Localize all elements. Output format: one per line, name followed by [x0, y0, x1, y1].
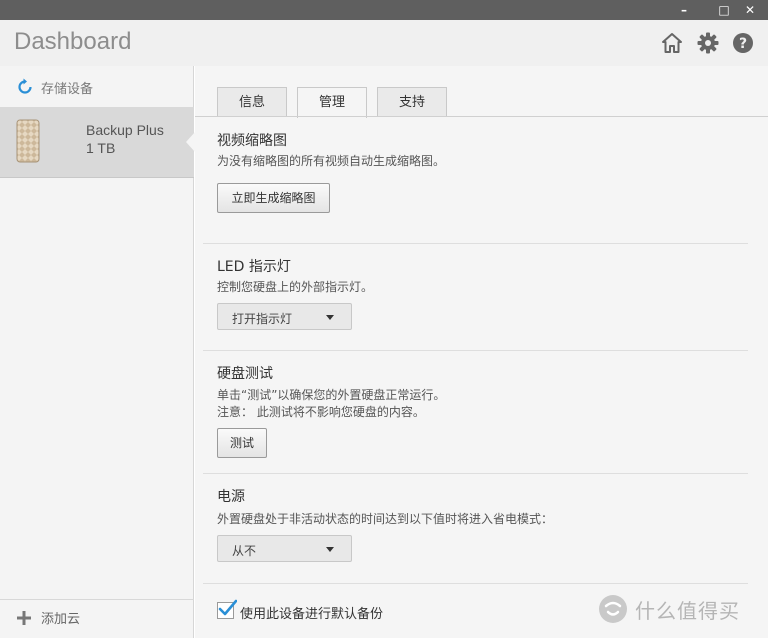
- default-backup-label[interactable]: 使用此设备进行默认备份: [240, 603, 383, 622]
- chevron-down-icon: [326, 547, 334, 552]
- sidebar-footer-divider: [0, 599, 194, 600]
- svg-text:?: ?: [739, 36, 747, 52]
- checkmark-icon: [218, 599, 237, 616]
- led-title: LED 指示灯: [217, 259, 291, 275]
- thumbnails-title: 视频缩略图: [217, 133, 287, 149]
- thumbnails-desc: 为没有缩略图的所有视频自动生成缩略图。: [217, 154, 446, 168]
- led-desc: 控制您硬盘上的外部指示灯。: [217, 280, 374, 294]
- plus-icon: [17, 610, 31, 625]
- minimize-button[interactable]: –: [672, 0, 696, 20]
- test-button[interactable]: 测试: [217, 428, 267, 458]
- add-cloud-button[interactable]: 添加云: [16, 608, 80, 627]
- storage-devices-label: 存储设备: [41, 81, 94, 97]
- section-divider: [203, 583, 748, 584]
- main-panel: 信息 管理 支持 视频缩略图 为没有缩略图的所有视频自动生成缩略图。 立即生成缩…: [195, 66, 768, 638]
- sidebar: 存储设备 Backup Plus 1 TB 添加云: [0, 66, 195, 638]
- tab-manage[interactable]: 管理: [297, 87, 367, 118]
- power-select-value: 从不: [232, 544, 257, 558]
- section-divider: [203, 243, 748, 244]
- help-icon[interactable]: ?: [732, 32, 754, 54]
- default-backup-checkbox[interactable]: [217, 599, 237, 619]
- device-name: Backup Plus: [86, 122, 164, 138]
- disk-test-desc: 单击“测试”以确保您的外置硬盘正常运行。: [217, 388, 446, 402]
- power-desc: 外置硬盘处于非活动状态的时间达到以下值时将进入省电模式：: [217, 512, 554, 526]
- watermark: 什么值得买: [597, 593, 740, 625]
- home-icon[interactable]: [661, 32, 683, 54]
- section-divider: [203, 473, 748, 474]
- hard-drive-icon: [16, 119, 40, 163]
- section-divider: [203, 350, 748, 351]
- led-select-value: 打开指示灯: [232, 312, 293, 326]
- app-header: Dashboard ?: [0, 20, 768, 66]
- disk-test-note: 注意： 此测试将不影响您硬盘的内容。: [217, 405, 425, 419]
- disk-test-title: 硬盘测试: [217, 366, 273, 382]
- selection-pointer: [186, 132, 195, 152]
- power-title: 电源: [217, 489, 245, 505]
- maximize-button[interactable]: □: [712, 0, 736, 20]
- window-titlebar: – □ ✕: [0, 0, 768, 20]
- generate-thumbnails-button[interactable]: 立即生成缩略图: [217, 183, 330, 213]
- chevron-down-icon: [326, 315, 334, 320]
- tab-info[interactable]: 信息: [217, 87, 287, 117]
- led-select[interactable]: 打开指示灯: [217, 303, 352, 330]
- sidebar-storage-devices[interactable]: 存储设备: [16, 77, 93, 97]
- refresh-icon: [18, 78, 32, 94]
- gear-icon[interactable]: [697, 32, 719, 54]
- sidebar-divider: [0, 177, 194, 178]
- tab-support[interactable]: 支持: [377, 87, 447, 117]
- device-capacity: 1 TB: [86, 140, 116, 156]
- sidebar-item-backup-plus[interactable]: Backup Plus 1 TB: [0, 107, 195, 177]
- power-select[interactable]: 从不: [217, 535, 352, 562]
- watermark-logo-icon: [599, 595, 627, 623]
- tab-bar: 信息 管理 支持: [217, 87, 457, 118]
- tab-bar-underline: [195, 116, 768, 117]
- close-button[interactable]: ✕: [738, 0, 762, 20]
- app-title: Dashboard: [14, 28, 132, 55]
- watermark-text: 什么值得买: [635, 598, 740, 623]
- add-cloud-label: 添加云: [41, 612, 81, 627]
